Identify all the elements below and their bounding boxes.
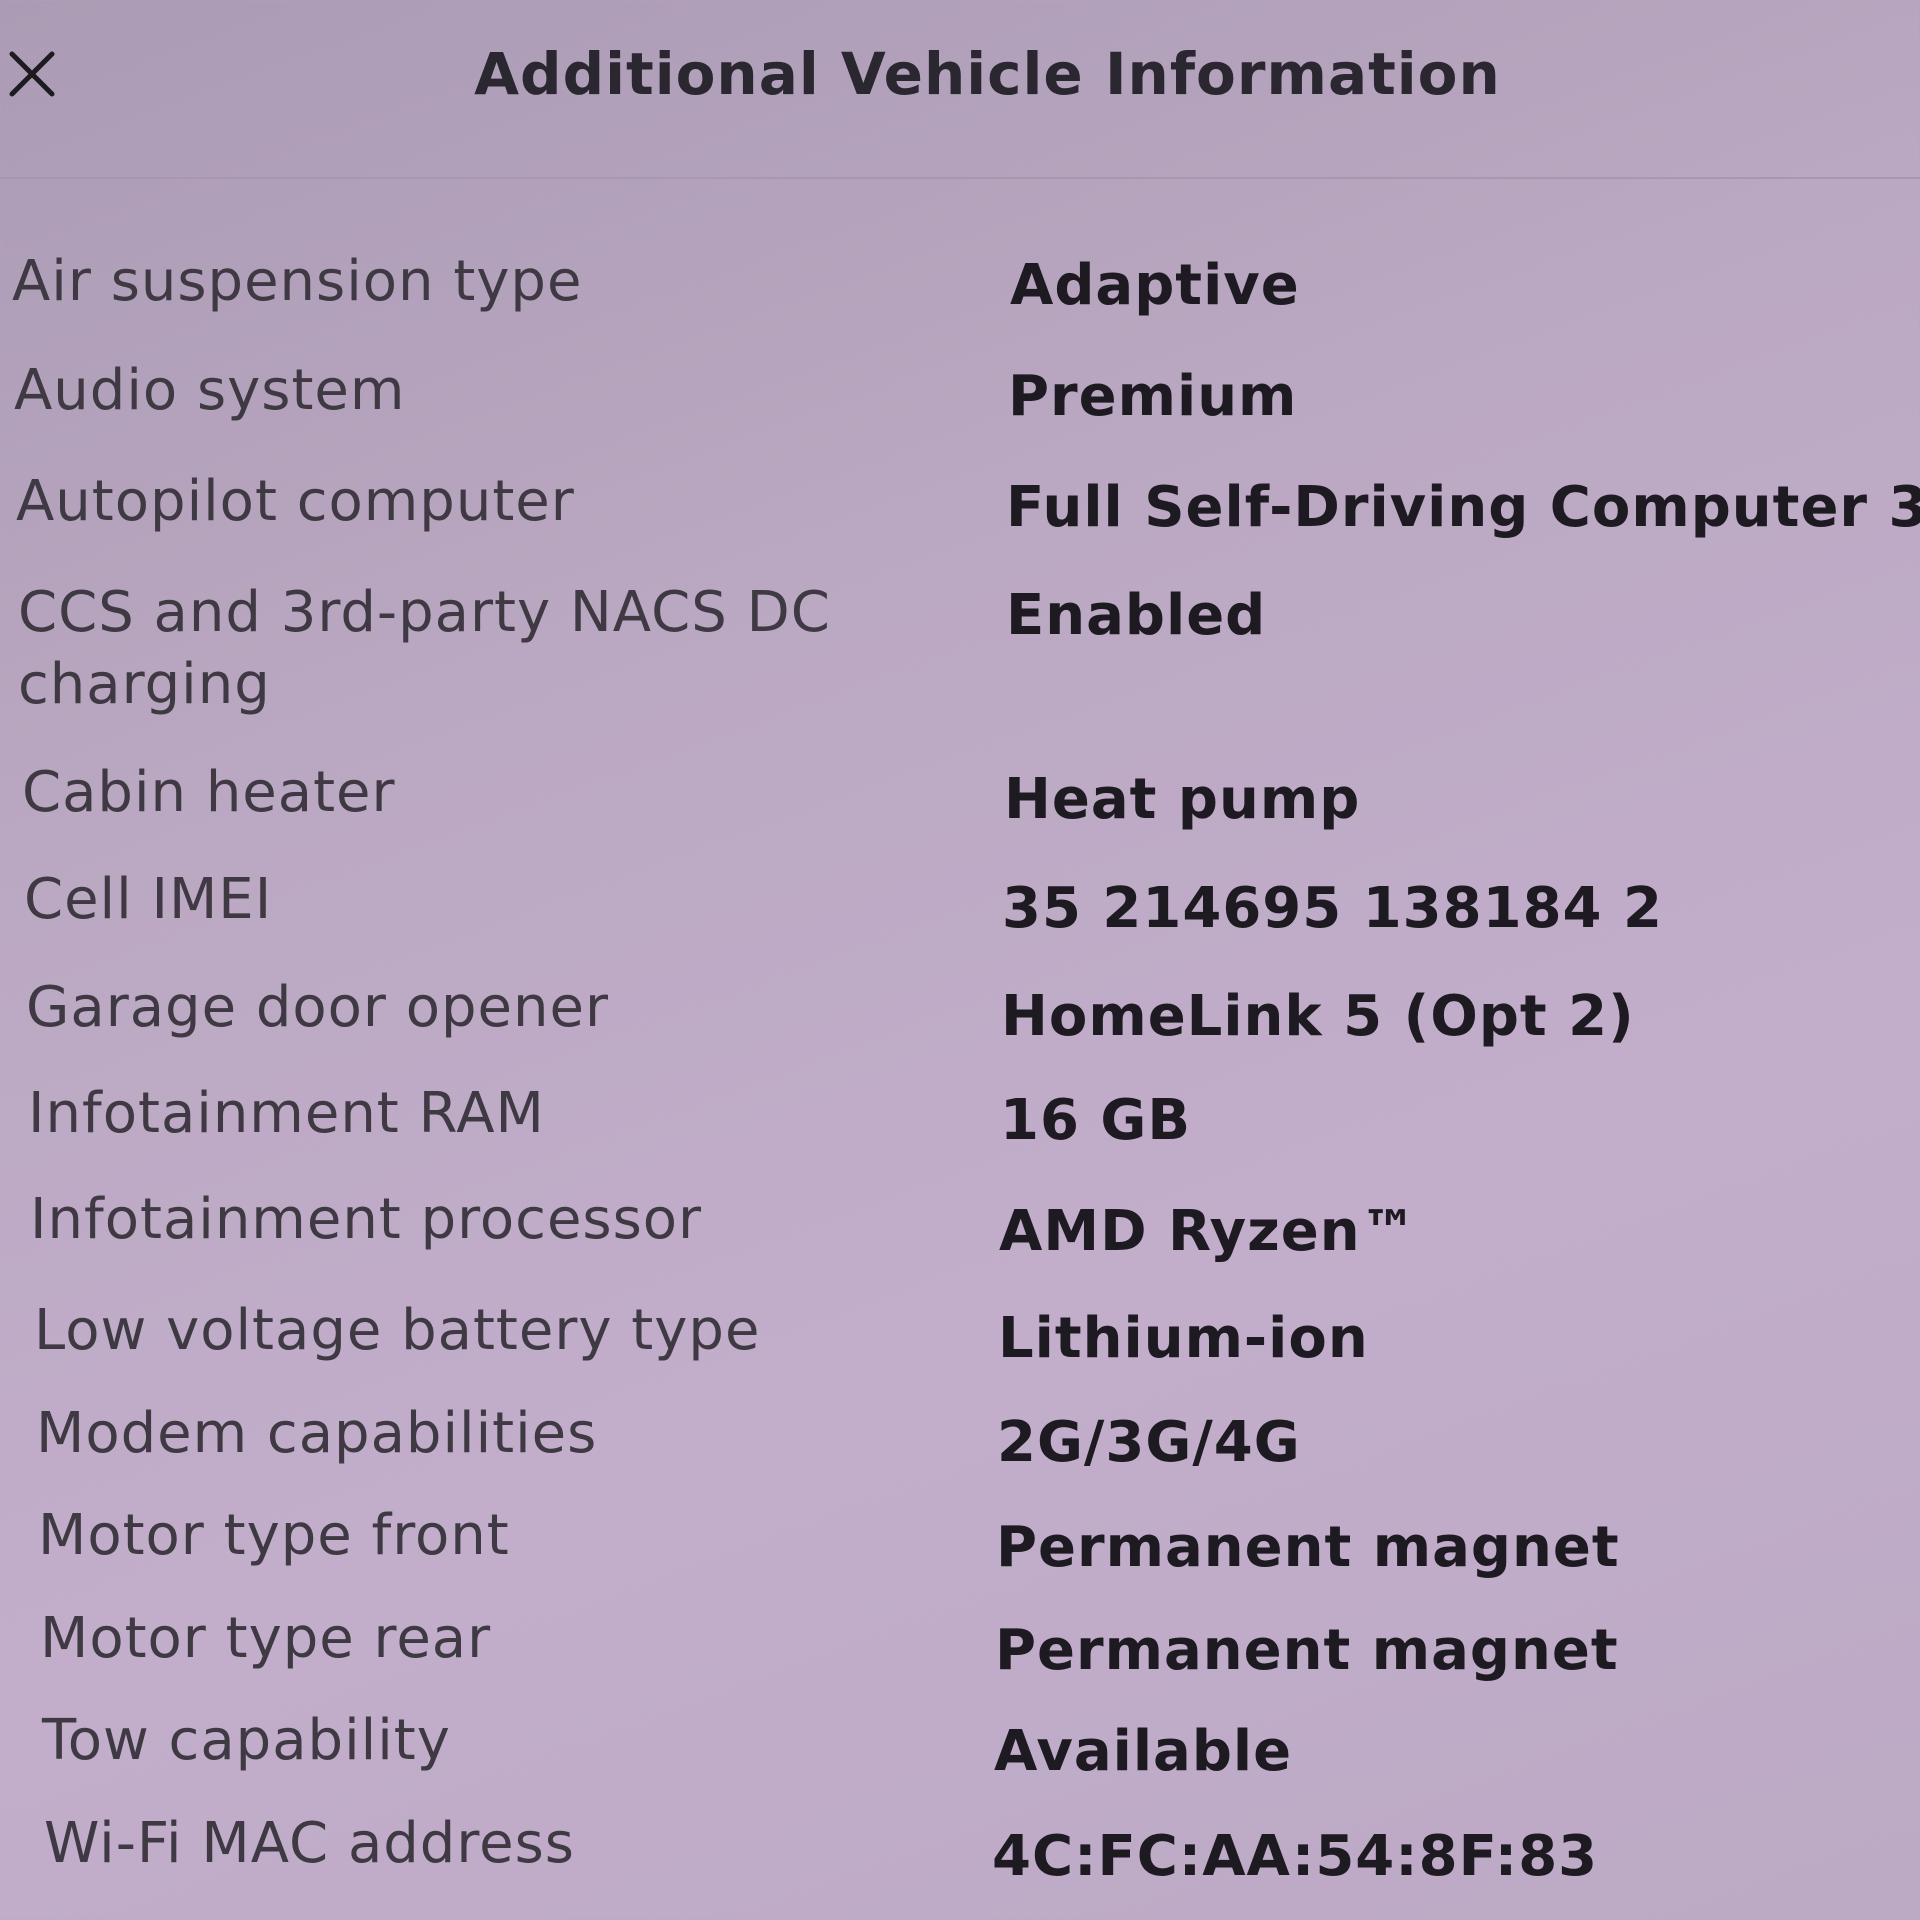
vehicle-info-list: Air suspension type Adaptive Audio syste… xyxy=(0,0,1920,1920)
info-label: Tow capability xyxy=(42,1708,451,1773)
info-label: Modem capabilities xyxy=(36,1401,598,1466)
info-value: Lithium-ion xyxy=(998,1306,1369,1371)
info-label: Wi-Fi MAC address xyxy=(44,1811,575,1876)
info-label: Motor type front xyxy=(38,1503,510,1568)
info-value: Premium xyxy=(1008,364,1298,429)
info-label: Air suspension type xyxy=(12,249,583,314)
info-label: Low voltage battery type xyxy=(34,1298,761,1363)
info-value: Available xyxy=(994,1719,1293,1784)
info-label: Motor type rear xyxy=(40,1606,492,1671)
info-value: 16 GB xyxy=(1000,1088,1192,1153)
info-value: Adaptive xyxy=(1010,253,1300,318)
info-label: Infotainment RAM xyxy=(28,1081,545,1146)
info-value: Permanent magnet xyxy=(996,1515,1620,1580)
info-label: Garage door opener xyxy=(26,975,609,1040)
info-value: AMD Ryzen™ xyxy=(999,1199,1418,1264)
info-value: Heat pump xyxy=(1004,767,1361,832)
info-value: HomeLink 5 (Opt 2) xyxy=(1001,984,1635,1049)
info-label: CCS and 3rd-party NACS DC charging xyxy=(18,580,831,717)
info-value: 35 214695 138184 2 xyxy=(1002,876,1663,941)
info-label: Infotainment processor xyxy=(30,1187,703,1252)
info-value: Enabled xyxy=(1006,583,1267,648)
info-label: Cell IMEI xyxy=(24,867,273,932)
info-label: Autopilot computer xyxy=(16,469,575,534)
info-value: Permanent magnet xyxy=(995,1618,1619,1683)
info-label: Audio system xyxy=(14,358,406,423)
info-value: Full Self-Driving Computer 3 xyxy=(1006,475,1920,540)
info-value: 2G/3G/4G xyxy=(997,1410,1301,1475)
info-value: 4C:FC:AA:54:8F:83 xyxy=(992,1824,1599,1889)
info-label: Cabin heater xyxy=(22,760,396,825)
